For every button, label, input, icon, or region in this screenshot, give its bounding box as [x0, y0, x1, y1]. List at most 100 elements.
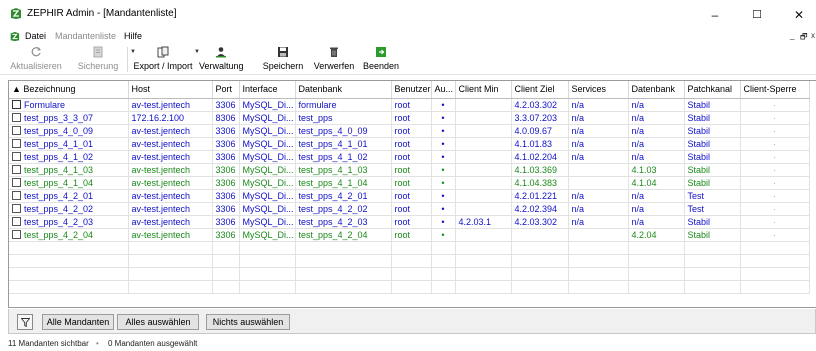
- cell-benutzer: root: [391, 124, 432, 138]
- status-bar: 11 Mandanten sichtbar • 0 Mandanten ausg…: [0, 336, 816, 351]
- close-button[interactable]: ✕: [784, 5, 814, 25]
- cell-patchkanal: Stabil: [684, 111, 741, 125]
- cell-host: av-test.jentech: [128, 163, 213, 177]
- export-import-button[interactable]: Export / Import: [133, 45, 193, 75]
- table-row[interactable]: test_pps_3_3_07 172.16.2.100 8306 MySQL_Di.…: [9, 111, 810, 125]
- empty-cell: [239, 267, 296, 281]
- save-button[interactable]: Speichern: [257, 45, 309, 75]
- cell-bezeichnung: test_pps_3_3_07: [9, 111, 129, 125]
- table-row[interactable]: test_pps_4_1_04 av-test.jentech 3306 MySQL_…: [9, 176, 810, 190]
- cell-benutzer: root: [391, 189, 432, 203]
- row-checkbox[interactable]: [12, 99, 21, 109]
- empty-cell: [511, 280, 569, 294]
- cell-client-min: [455, 176, 512, 190]
- empty-cell: [391, 241, 432, 255]
- app-logo-icon: [9, 7, 22, 20]
- mdi-close-button[interactable]: x: [811, 31, 815, 40]
- table-row[interactable]: test_pps_4_1_01 av-test.jentech 3306 MySQL_…: [9, 137, 810, 151]
- col-header-client-ziel[interactable]: Client Ziel: [511, 81, 569, 99]
- maximize-button[interactable]: ☐: [742, 5, 772, 25]
- empty-cell: [212, 254, 240, 268]
- col-header-bezeichnung[interactable]: ▲ Bezeichnung: [9, 81, 129, 99]
- cell-datenbank: test_pps_4_1_02: [295, 150, 392, 164]
- quit-button[interactable]: Beenden: [362, 45, 400, 75]
- cell-interface: MySQL_Di...: [239, 150, 296, 164]
- col-header-benutzer[interactable]: Benutzer: [391, 81, 432, 99]
- menu-mandantenliste[interactable]: Mandantenliste: [55, 31, 116, 41]
- select-none-button[interactable]: Nichts auswählen: [206, 314, 290, 330]
- export-import-icon: [157, 46, 169, 58]
- table-row[interactable]: test_pps_4_2_03 av-test.jentech 3306 MySQL_…: [9, 215, 810, 229]
- col-header-host[interactable]: Host: [128, 81, 213, 99]
- cell-benutzer: root: [391, 163, 432, 177]
- quit-label: Beenden: [362, 61, 400, 71]
- all-clients-button[interactable]: Alle Mandanten: [42, 314, 114, 330]
- table-row[interactable]: test_pps_4_1_03 av-test.jentech 3306 MySQL_…: [9, 163, 810, 177]
- table-row[interactable]: test_pps_4_2_02 av-test.jentech 3306 MySQL_…: [9, 202, 810, 216]
- cell-host: av-test.jentech: [128, 202, 213, 216]
- empty-cell: [212, 241, 240, 255]
- col-header-patchkanal[interactable]: Patchkanal: [684, 81, 741, 99]
- row-checkbox[interactable]: [12, 151, 21, 161]
- cell-client-min: 4.2.03.1: [455, 215, 512, 229]
- discard-button[interactable]: Verwerfen: [311, 45, 357, 75]
- cell-client-ziel: 4.1.02.204: [511, 150, 569, 164]
- cell-auto: •: [431, 176, 456, 190]
- minimize-button[interactable]: –: [700, 5, 730, 25]
- cell-host: av-test.jentech: [128, 228, 213, 242]
- row-checkbox[interactable]: [12, 203, 21, 213]
- cell-client-ziel: 4.2.02.394: [511, 202, 569, 216]
- empty-cell: [212, 267, 240, 281]
- empty-cell: [628, 267, 685, 281]
- row-checkbox[interactable]: [12, 138, 21, 148]
- empty-cell: [295, 280, 392, 294]
- table-row[interactable]: test_pps_4_2_01 av-test.jentech 3306 MySQL_…: [9, 189, 810, 203]
- export-import-label: Export / Import: [133, 61, 193, 71]
- backup-button[interactable]: Sicherung: [74, 45, 122, 75]
- table-row[interactable]: Formulare av-test.jentech 3306 MySQL_Di... f…: [9, 98, 810, 112]
- cell-benutzer: root: [391, 98, 432, 112]
- cell-client-sperre: ·: [740, 111, 810, 125]
- discard-trash-icon: [330, 47, 338, 57]
- cell-datenbank: test_pps_4_2_04: [295, 228, 392, 242]
- row-checkbox[interactable]: [12, 190, 21, 200]
- table-header-row: ▲ Bezeichnung Host Port Interface Datenb…: [9, 81, 810, 99]
- col-header-interface[interactable]: Interface: [239, 81, 296, 99]
- menu-hilfe[interactable]: Hilfe: [124, 31, 142, 41]
- col-header-services[interactable]: Services: [568, 81, 629, 99]
- table-row[interactable]: test_pps_4_2_04 av-test.jentech 3306 MySQL_…: [9, 228, 810, 242]
- row-checkbox[interactable]: [12, 229, 21, 239]
- mdi-minimize-button[interactable]: _: [790, 31, 794, 40]
- row-checkbox[interactable]: [12, 216, 21, 226]
- cell-client-min: [455, 189, 512, 203]
- table-row[interactable]: test_pps_4_1_02 av-test.jentech 3306 MySQL_…: [9, 150, 810, 164]
- mdi-restore-button[interactable]: 🗗: [800, 31, 808, 45]
- cell-services: n/a: [568, 111, 629, 125]
- filter-button[interactable]: [17, 314, 33, 330]
- cell-datenbank-version: 4.1.04: [628, 176, 685, 190]
- select-all-button[interactable]: Alles auswählen: [117, 314, 199, 330]
- empty-cell: [9, 241, 129, 255]
- col-header-client-sperre[interactable]: Client-Sperre: [740, 81, 810, 99]
- cell-client-min: [455, 163, 512, 177]
- menu-datei[interactable]: Datei: [25, 31, 46, 41]
- col-header-client-min[interactable]: Client Min: [455, 81, 512, 99]
- refresh-button[interactable]: Aktualisieren: [4, 45, 68, 75]
- col-header-port[interactable]: Port: [212, 81, 240, 99]
- row-checkbox[interactable]: [12, 125, 21, 135]
- mdi-child-icon[interactable]: [9, 31, 20, 42]
- row-checkbox[interactable]: [12, 177, 21, 187]
- cell-datenbank-version: 4.1.03: [628, 163, 685, 177]
- row-checkbox[interactable]: [12, 112, 21, 122]
- table-row[interactable]: test_pps_4_0_09 av-test.jentech 3306 MySQL_…: [9, 124, 810, 138]
- empty-cell: [684, 254, 741, 268]
- empty-cell: [684, 241, 741, 255]
- col-header-datenbank-version[interactable]: Datenbank: [628, 81, 685, 99]
- manage-button[interactable]: Verwaltung: [199, 45, 244, 75]
- col-header-datenbank[interactable]: Datenbank: [295, 81, 392, 99]
- mandanten-grid[interactable]: ▲ Bezeichnung Host Port Interface Datenb…: [8, 80, 816, 308]
- col-header-auto[interactable]: Au...: [431, 81, 456, 99]
- cell-datenbank-version: n/a: [628, 137, 685, 151]
- row-checkbox[interactable]: [12, 164, 21, 174]
- cell-datenbank-version: 4.2.04: [628, 228, 685, 242]
